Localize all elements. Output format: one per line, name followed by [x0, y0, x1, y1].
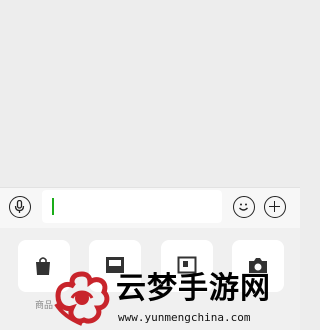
chat-input-bar: [0, 187, 300, 228]
watermark-title: 云梦手游网: [116, 271, 271, 306]
watermark-overlay: 云梦手游网 www.yunmengchina.com: [48, 268, 300, 330]
emoji-icon: [239, 203, 248, 211]
chat-message-area: [0, 0, 300, 187]
more-options-button[interactable]: [264, 196, 286, 218]
cloud-logo-icon: [54, 271, 110, 326]
microphone-icon: [14, 200, 25, 213]
text-cursor: [52, 198, 54, 215]
voice-input-button[interactable]: [9, 196, 31, 218]
watermark-url: www.yunmengchina.com: [118, 311, 251, 324]
message-text-input[interactable]: [42, 190, 222, 223]
emoji-button[interactable]: [233, 196, 255, 218]
